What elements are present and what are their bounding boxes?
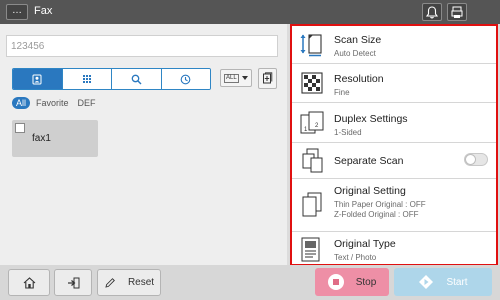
tab-search[interactable]	[112, 69, 162, 89]
chevron-down-icon	[241, 76, 248, 80]
notification-button[interactable]	[422, 3, 442, 21]
stop-label: Stop	[355, 276, 377, 288]
duplex-title: Duplex Settings	[334, 113, 408, 125]
reset-button[interactable]: Reset	[97, 269, 161, 296]
scan-size-icon	[300, 34, 322, 57]
index-dropdown[interactable]: ALL	[220, 69, 252, 87]
home-icon	[23, 276, 35, 289]
tab-address-book[interactable]	[13, 69, 63, 89]
duplex-icon: 1 2	[300, 111, 324, 134]
index-dropdown-value: ALL	[224, 73, 239, 83]
stop-icon	[327, 274, 344, 290]
app-title: Fax	[34, 5, 53, 17]
address-entry[interactable]: fax1	[12, 120, 98, 157]
device-status-button[interactable]	[447, 3, 467, 21]
setting-scan-size[interactable]: Scan Size Auto Detect	[292, 26, 496, 64]
setting-duplex[interactable]: 1 2 Duplex Settings 1-Sided	[292, 103, 496, 143]
resolution-icon	[301, 72, 323, 94]
scan-size-title: Scan Size	[334, 34, 382, 46]
address-name: fax1	[32, 133, 51, 144]
access-button[interactable]	[54, 269, 92, 296]
pencil-icon	[105, 277, 115, 288]
home-button[interactable]	[8, 269, 50, 296]
address-pane: ALL All Favorite DEF fax1	[0, 24, 287, 265]
keypad-icon	[82, 75, 91, 83]
original-setting-line1: Thin Paper Original : OFF	[334, 200, 426, 209]
bell-icon	[426, 6, 438, 19]
duplex-value: 1-Sided	[334, 128, 362, 137]
filter-favorite[interactable]: Favorite	[36, 98, 69, 108]
svg-text:1: 1	[304, 127, 308, 133]
logout-icon	[67, 277, 79, 288]
setting-original-setting[interactable]: Original Setting Thin Paper Original : O…	[292, 179, 496, 232]
separate-scan-title: Separate Scan	[334, 155, 404, 167]
register-address-icon	[263, 72, 273, 84]
address-checkbox[interactable]	[15, 123, 25, 133]
setting-resolution[interactable]: Resolution Fine	[292, 64, 496, 103]
device-status-icon	[451, 6, 463, 18]
toggle-knob	[465, 154, 476, 165]
stop-button[interactable]: Stop	[315, 268, 389, 296]
separate-scan-toggle[interactable]	[464, 153, 488, 166]
start-label: Start	[446, 276, 468, 288]
scan-size-value: Auto Detect	[334, 49, 376, 58]
filter-all[interactable]: All	[12, 97, 31, 109]
start-button[interactable]: Start	[394, 268, 492, 296]
original-type-title: Original Type	[334, 238, 396, 250]
filter-def[interactable]: DEF	[78, 98, 96, 108]
top-bar: … Fax	[0, 0, 500, 24]
setting-original-type[interactable]: Original Type Text / Photo	[292, 232, 496, 264]
address-tab-group	[12, 68, 211, 90]
start-icon	[419, 275, 434, 289]
setting-separate-scan[interactable]: Separate Scan	[292, 143, 496, 179]
clock-icon	[180, 74, 191, 84]
original-setting-title: Original Setting	[334, 185, 406, 197]
address-book-icon	[32, 74, 42, 84]
resolution-value: Fine	[334, 88, 350, 97]
menu-button[interactable]: …	[6, 4, 28, 20]
register-address-button[interactable]	[258, 68, 277, 89]
original-type-value: Text / Photo	[334, 253, 377, 262]
fax-number-input[interactable]	[6, 35, 278, 57]
reset-label: Reset	[127, 277, 155, 288]
search-icon	[131, 74, 142, 84]
scan-settings-panel: Scan Size Auto Detect Resolution Fine 1 …	[290, 24, 498, 266]
original-type-icon	[301, 237, 320, 262]
resolution-title: Resolution	[334, 73, 384, 85]
separate-scan-icon	[302, 148, 323, 173]
tab-keypad[interactable]	[62, 69, 112, 89]
tab-history[interactable]	[161, 69, 210, 89]
original-setting-icon	[302, 192, 322, 217]
filter-row: All Favorite DEF	[12, 97, 105, 109]
original-setting-line2: Z-Folded Original : OFF	[334, 210, 419, 219]
